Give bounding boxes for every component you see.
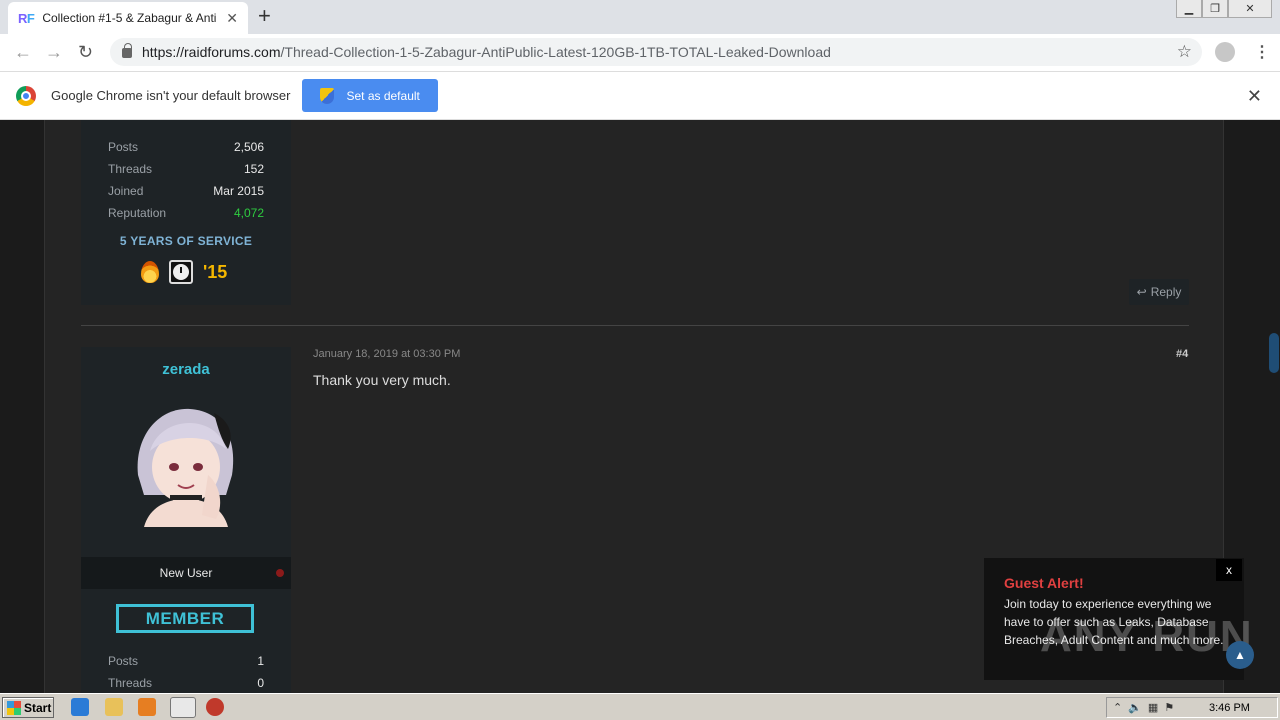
chrome-logo-icon [16,85,36,106]
window-controls: ▁ ❐ ✕ [1176,0,1272,18]
volume-icon[interactable]: 🔈 [1128,701,1142,714]
browser-toolbar: ← → ↻ https://raidforums.com/Thread-Coll… [0,34,1280,72]
file-explorer-icon[interactable] [105,698,123,716]
address-bar[interactable]: https://raidforums.com/Thread-Collection… [110,38,1202,66]
stat-reputation: Reputation 4,072 [108,206,264,220]
stat-threads: Threads 152 [108,162,264,176]
network-icon[interactable]: ▦ [1148,701,1158,714]
raidforums-favicon-icon: RF [18,10,35,26]
stat-joined: Joined Mar 2015 [108,184,264,198]
shield-icon [320,87,335,104]
user-rank-bar: New User [81,557,291,589]
tab-strip: RF Collection #1-5 & Zabagur & AntiPubli… [0,0,1280,34]
username-link[interactable]: zerada [81,361,291,378]
back-arrow-icon[interactable]: ← [14,42,32,63]
maximize-button[interactable]: ❐ [1202,0,1228,18]
profile-avatar-icon[interactable] [1215,42,1235,62]
lock-icon [122,43,132,58]
post-number-link[interactable]: #4 [1176,348,1188,360]
years-of-service: 5 YEARS OF SERVICE [119,234,253,248]
anyrun-watermark: ANY RUN [1040,612,1254,661]
minimize-button[interactable]: ▁ [1176,0,1202,18]
taskbar-clock[interactable]: 3:46 PM [1209,702,1250,714]
scrollbar-thumb[interactable] [1269,333,1279,373]
offline-status-icon [276,569,284,577]
flag-icon[interactable]: ⚑ [1164,701,1174,714]
internet-explorer-icon[interactable] [71,698,89,716]
browser-tab[interactable]: RF Collection #1-5 & Zabagur & AntiPubli… [8,2,248,34]
windows-taskbar: Start ⌃ 🔈 ▦ ⚑ 3:46 PM [0,693,1280,720]
flame-icon [141,261,159,283]
reply-arrow-icon: ↩ [1136,285,1147,299]
set-as-default-button[interactable]: Set as default [302,79,438,112]
scroll-to-top-button[interactable]: ▲ [1226,641,1254,669]
bookmark-star-icon[interactable]: ☆ [1177,42,1192,62]
tray-expand-icon[interactable]: ⌃ [1113,701,1122,714]
stat-posts: Posts 2,506 [108,140,264,154]
windows-logo-icon [7,700,21,715]
default-browser-infobar: Google Chrome isn't your default browser… [0,72,1280,120]
scrollbar[interactable] [1266,120,1280,693]
window-close-button[interactable]: ✕ [1228,0,1272,18]
opera-icon[interactable] [206,698,224,716]
guest-alert-title: Guest Alert! [1004,575,1084,591]
forward-arrow-icon[interactable]: → [45,42,63,63]
system-tray: ⌃ 🔈 ▦ ⚑ 3:46 PM [1106,697,1278,718]
page-gutter-left [0,120,44,693]
tab-title: Collection #1-5 & Zabagur & AntiPublic [42,11,217,25]
previous-user-panel: Posts 2,506 Threads 152 Joined Mar 2015 Rep… [81,120,291,305]
post-body: Thank you very much. [313,372,451,388]
user-avatar[interactable] [130,405,242,527]
member-badge: MEMBER [116,604,254,633]
post-user-panel: zerada New User MEMBER Posts 1 Threads 0 [81,347,291,693]
reload-icon[interactable]: ↻ [78,42,93,63]
clock-icon [169,260,193,284]
user-rank: New User [159,566,213,580]
guest-alert-close-button[interactable]: x [1216,559,1242,581]
reply-button[interactable]: ↩ Reply [1129,279,1189,305]
tab-close-icon[interactable]: ✕ [226,10,238,27]
chrome-taskbar-button[interactable] [170,697,196,718]
url-text: https://raidforums.com/Thread-Collection… [142,44,831,60]
stat-threads: Threads 0 [108,676,264,690]
media-player-icon[interactable] [138,698,156,716]
stat-posts: Posts 1 [108,654,264,668]
post-date: January 18, 2019 at 03:30 PM [313,348,461,360]
new-tab-button[interactable]: + [258,4,271,28]
post-divider [81,325,1189,326]
year-badge: '15 [203,261,228,282]
award-badges: '15 [141,260,227,284]
infobar-close-icon[interactable]: ✕ [1247,86,1262,107]
chrome-menu-icon[interactable]: ⋮ [1254,42,1270,62]
chevron-up-icon: ▲ [1234,648,1246,662]
infobar-message: Google Chrome isn't your default browser [51,88,291,103]
start-button[interactable]: Start [2,697,54,718]
